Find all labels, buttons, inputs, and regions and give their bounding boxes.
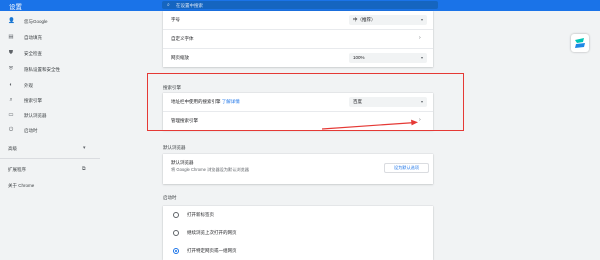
default-browser-heading: 默认浏览器 bbox=[163, 145, 186, 150]
radio-button[interactable] bbox=[173, 212, 179, 218]
default-browser-title: 默认浏览器 bbox=[171, 160, 194, 165]
startup-option-continue[interactable]: 继续浏览上次打开的网页 bbox=[163, 224, 433, 242]
on-startup-card: 打开新标签页 继续浏览上次打开的网页 打开特定网页或一组网页 bbox=[163, 206, 433, 260]
on-startup-heading: 启动时 bbox=[163, 195, 177, 200]
floating-widget[interactable] bbox=[571, 34, 589, 52]
default-browser-card: 默认浏览器 将 Google Chrome 浏览器设为默认浏览器 设为默认选项 bbox=[163, 154, 433, 184]
radio-button[interactable] bbox=[173, 230, 179, 236]
startup-option-label: 打开特定网页或一组网页 bbox=[187, 248, 237, 253]
app-logo-icon bbox=[575, 38, 585, 48]
startup-option-new-tab[interactable]: 打开新标签页 bbox=[163, 206, 433, 224]
startup-option-specific-pages[interactable]: 打开特定网页或一组网页 bbox=[163, 242, 433, 260]
default-browser-description: 将 Google Chrome 浏览器设为默认浏览器 bbox=[171, 167, 249, 172]
startup-option-label: 继续浏览上次打开的网页 bbox=[187, 230, 237, 235]
make-default-button[interactable]: 设为默认选项 bbox=[384, 163, 429, 173]
radio-button-selected[interactable] bbox=[173, 248, 179, 254]
startup-option-label: 打开新标签页 bbox=[187, 212, 214, 217]
